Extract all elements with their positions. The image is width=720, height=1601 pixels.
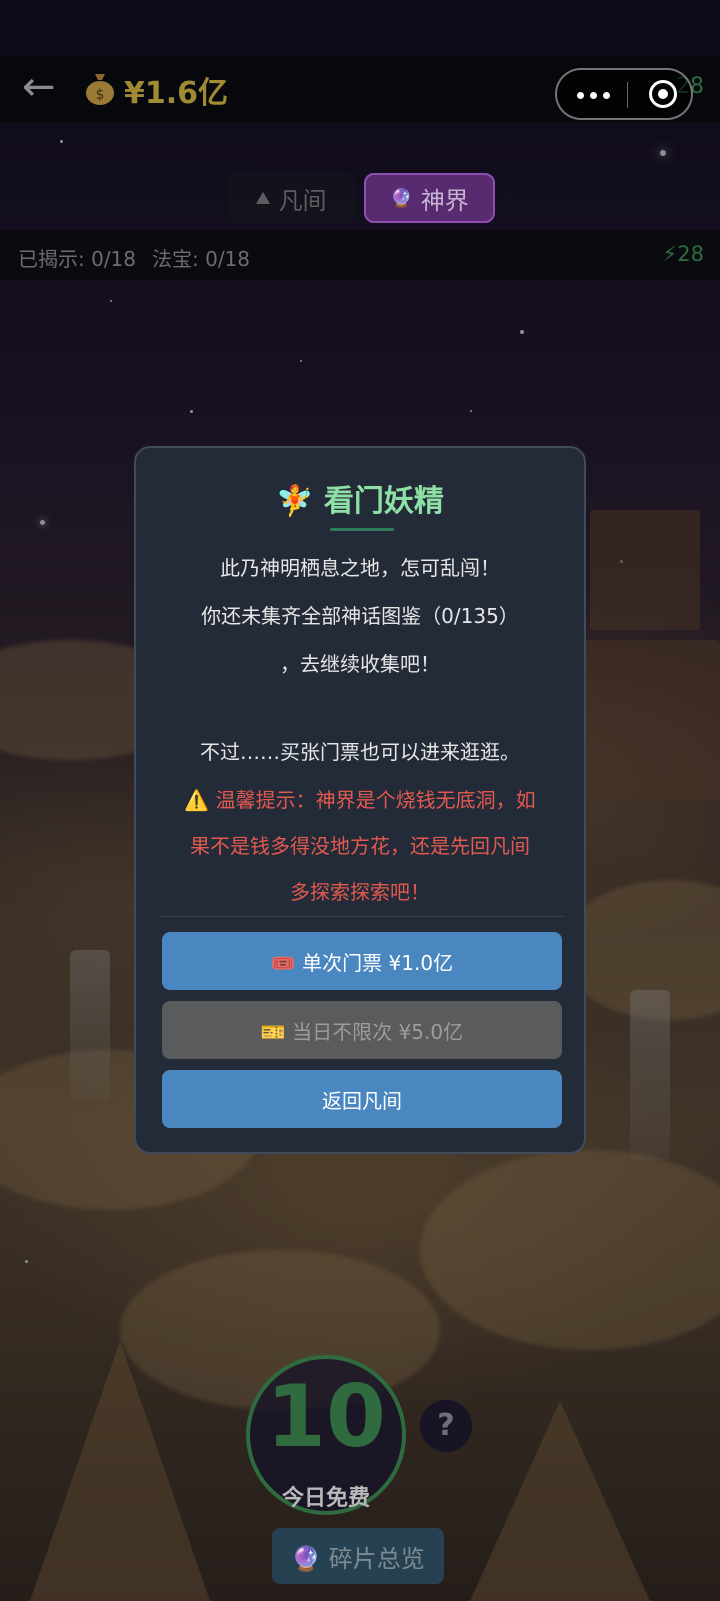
svg-text:$: $ xyxy=(96,87,105,103)
status-bar: 已揭示: 0/18 法宝: 0/18 ⚡28 xyxy=(0,230,720,280)
money-balance: ¥1.6亿 xyxy=(124,76,229,111)
miniprogram-capsule xyxy=(555,68,693,120)
warning-line: 果不是钱多得没地方花，还是先回凡间 xyxy=(190,834,530,858)
return-mortal-button[interactable]: 返回凡间 xyxy=(162,1070,562,1128)
revealed-count: 已揭示: 0/18 xyxy=(18,247,137,271)
free-count: 10 xyxy=(266,1367,386,1467)
warning-line: ⚠️ 温馨提示：神界是个烧钱无底洞，如 xyxy=(184,788,536,812)
title-underline xyxy=(330,528,394,531)
treasure-count: 法宝: 0/18 xyxy=(152,247,251,271)
single-ticket-button[interactable]: 🎟️ 单次门票 ¥1.0亿 xyxy=(162,932,562,990)
help-icon[interactable]: ? xyxy=(420,1400,472,1452)
game-screen: ← $ ¥1.6亿 28 ⛰ 凡间 🔮 神界 已揭示: 0/18 法宝: 0/1… xyxy=(0,0,720,1601)
gatekeeper-dialog: 🧚 看门妖精 此乃神明栖息之地，怎可乱闯！ 你还未集齐全部神话图鉴（0/135）… xyxy=(134,446,586,1154)
tab-divine-realm[interactable]: 🔮 神界 xyxy=(364,173,495,223)
dialog-divider xyxy=(160,916,564,917)
energy-count: ⚡28 xyxy=(662,242,704,266)
warning-line: 多探索探索吧！ xyxy=(290,880,430,904)
capsule-divider xyxy=(627,82,628,108)
tab-label: 凡间 xyxy=(278,186,327,215)
mountain-icon: ⛰ xyxy=(255,187,271,209)
free-draw-counter[interactable]: 10 今日免费 xyxy=(246,1355,406,1515)
free-label: 今日免费 xyxy=(281,1486,370,1511)
tab-label: 神界 xyxy=(420,186,469,215)
dialog-line: 你还未集齐全部神话图鉴（0/135） xyxy=(201,604,519,628)
money-bag-icon: $ xyxy=(86,74,114,105)
dialog-line: 此乃神明栖息之地，怎可乱闯！ xyxy=(220,556,500,580)
dialog-line: ，去继续收集吧！ xyxy=(280,652,440,676)
fragment-overview-button[interactable]: 🔮 碎片总览 xyxy=(272,1528,444,1584)
daily-unlimited-button[interactable]: 🎫 当日不限次 ¥5.0亿 xyxy=(162,1001,562,1059)
crystal-ball-icon: 🔮 xyxy=(390,187,413,209)
dialog-title: 🧚 看门妖精 xyxy=(276,484,444,519)
dialog-line: 不过……买张门票也可以进来逛逛。 xyxy=(200,740,520,764)
back-arrow-icon[interactable]: ← xyxy=(22,67,66,107)
tab-mortal-realm[interactable]: ⛰ 凡间 xyxy=(227,173,355,223)
more-options-icon[interactable] xyxy=(575,84,615,106)
close-miniprogram-icon[interactable] xyxy=(649,80,677,108)
